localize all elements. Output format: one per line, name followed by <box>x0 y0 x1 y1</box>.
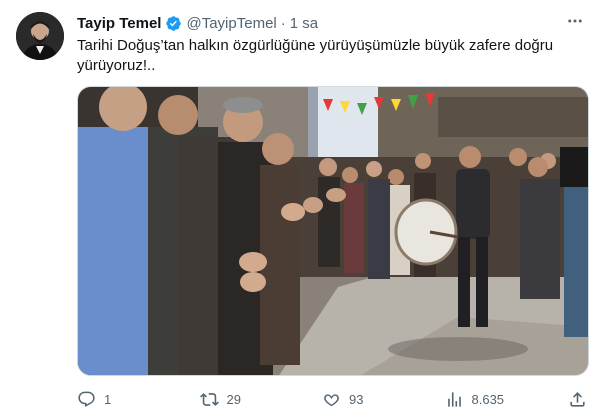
heart-icon <box>324 393 339 406</box>
retweet-count: 29 <box>226 391 241 407</box>
like-button[interactable]: 93 <box>322 390 382 409</box>
reply-button[interactable]: 1 <box>77 390 137 409</box>
tweet-actions: 1 29 93 8.635 <box>77 388 587 410</box>
retweet-button[interactable]: 29 <box>199 390 260 409</box>
views-count: 8.635 <box>471 391 505 407</box>
reply-count: 1 <box>104 391 112 407</box>
verified-badge-icon <box>166 15 182 31</box>
more-dots-icon[interactable] <box>564 10 586 32</box>
tweet-timestamp[interactable]: 1 sa <box>290 15 318 32</box>
tweet-header: Tayip Temel @TayipTemel · 1 sa <box>77 13 318 33</box>
avatar[interactable] <box>16 12 64 60</box>
tweet-text: Tarihi Doğuş’tan halkın özgürlüğüne yürü… <box>77 37 554 74</box>
tweet-photo[interactable] <box>77 86 589 376</box>
reply-icon <box>78 391 95 407</box>
header-separator: · <box>280 14 286 32</box>
author-handle[interactable]: @TayipTemel <box>186 15 276 32</box>
tweet-card[interactable]: Tayip Temel @TayipTemel · 1 sa Tarihi Do… <box>0 0 600 413</box>
share-button[interactable] <box>567 390 587 409</box>
views-bar-icon <box>447 391 461 407</box>
views-button[interactable]: 8.635 <box>445 390 505 409</box>
retweet-icon <box>199 392 219 406</box>
author-name[interactable]: Tayip Temel <box>77 15 161 32</box>
like-count: 93 <box>349 391 364 407</box>
share-icon <box>570 391 585 407</box>
